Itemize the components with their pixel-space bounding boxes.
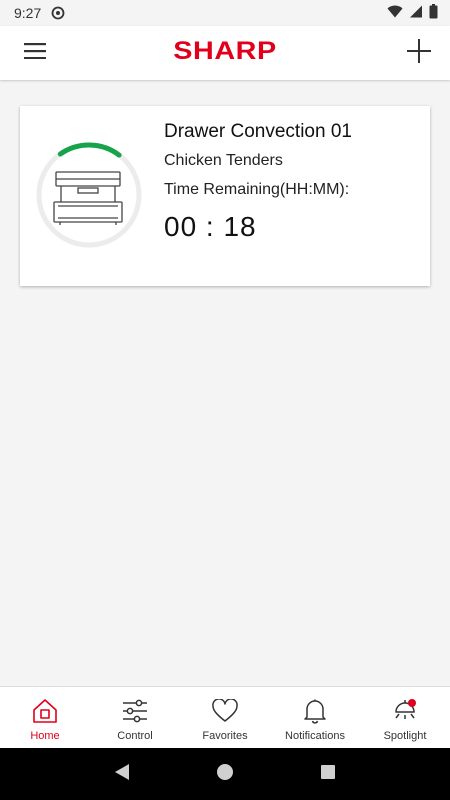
time-remaining-label: Time Remaining(HH:MM): (164, 181, 350, 198)
system-home-button[interactable] (205, 754, 245, 794)
nav-home[interactable]: Home (0, 687, 90, 749)
notification-badge (408, 699, 416, 707)
recents-button[interactable] (308, 754, 348, 794)
system-nav-bar (0, 748, 450, 800)
app-bar: SHARP (0, 26, 450, 80)
progress-arc (57, 142, 122, 158)
nav-favorites-label: Favorites (202, 730, 248, 742)
device-name: Drawer Convection 01 (164, 121, 352, 142)
back-button[interactable] (102, 754, 142, 794)
nav-spotlight[interactable]: Spotlight (360, 687, 450, 749)
nav-favorites[interactable]: Favorites (180, 687, 270, 749)
nav-home-label: Home (30, 730, 60, 742)
progress-ring (34, 140, 144, 250)
add-device-button[interactable] (402, 36, 436, 70)
plus-icon (407, 38, 431, 68)
nav-spotlight-label: Spotlight (383, 730, 427, 742)
battery-icon (429, 4, 438, 22)
signal-icon (409, 5, 423, 21)
nav-notifications[interactable]: Notifications (270, 687, 360, 749)
device-card[interactable]: Drawer Convection 01 Chicken Tenders Tim… (20, 106, 430, 286)
nav-control[interactable]: Control (90, 687, 180, 749)
status-bar: 9:27 (0, 0, 450, 26)
spotlight-lamp-icon (390, 696, 420, 726)
home-circle-icon (216, 763, 234, 786)
recents-icon (320, 764, 336, 785)
sliders-icon (120, 696, 150, 726)
home-icon (30, 696, 60, 726)
wifi-icon (387, 5, 403, 21)
recipe-name: Chicken Tenders (164, 152, 283, 169)
status-icons (387, 4, 438, 22)
nav-notifications-label: Notifications (285, 730, 345, 742)
bottom-nav: Home Control Favorites Notifications Spo… (0, 686, 450, 749)
status-time: 9:27 (14, 5, 42, 21)
nav-control-label: Control (117, 730, 153, 742)
sharp-logo: SHARP (173, 37, 277, 65)
time-remaining-value: 00 : 18 (164, 211, 257, 242)
sync-icon (51, 6, 65, 20)
bell-icon (300, 696, 330, 726)
back-icon (114, 763, 130, 786)
heart-icon (210, 696, 240, 726)
device-info: Drawer Convection 01 Chicken Tenders Tim… (164, 120, 352, 244)
drawer-oven-icon (53, 171, 123, 225)
